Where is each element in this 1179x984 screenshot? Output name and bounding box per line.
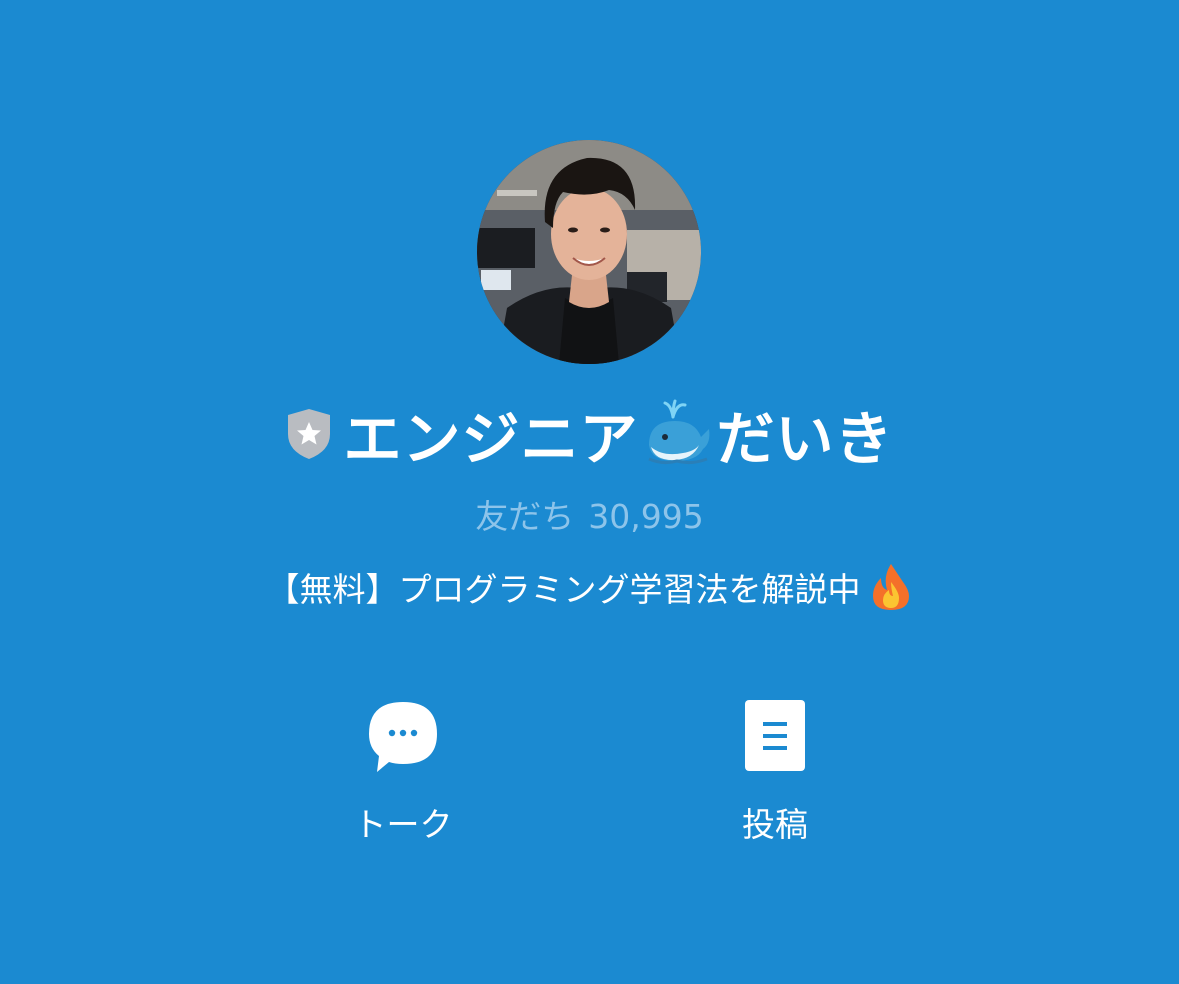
fire-emoji	[869, 562, 913, 612]
spouting-whale-emoji	[643, 399, 713, 469]
shield-star-icon	[285, 407, 333, 461]
profile-name-part1: エンジニア	[343, 405, 639, 473]
profile-name: エンジニア だいき	[343, 392, 893, 476]
talk-label: トーク	[353, 805, 453, 844]
talk-button[interactable]: トーク	[303, 698, 503, 846]
profile-name-row: エンジニア だいき	[0, 396, 1179, 473]
status-message: 【無料】プログラミング学習法を解説中	[266, 570, 861, 609]
posts-icon	[737, 698, 813, 774]
profile-avatar[interactable]	[477, 140, 701, 364]
profile-name-part2: だいき	[716, 405, 894, 473]
friends-count: 30,995	[588, 497, 704, 536]
friends-count-row[interactable]: 友だち 30,995	[0, 490, 1179, 538]
profile-screen: エンジニア だいき 友だち 30,995 【無料】プログラミング学習法を解説中	[0, 0, 1179, 984]
status-message-row: 【無料】プログラミング学習法を解説中	[0, 562, 1179, 612]
chat-bubble-icon	[365, 698, 441, 774]
posts-label: 投稿	[742, 805, 808, 844]
posts-button[interactable]: 投稿	[675, 698, 875, 846]
friends-label: 友だち	[475, 497, 575, 536]
